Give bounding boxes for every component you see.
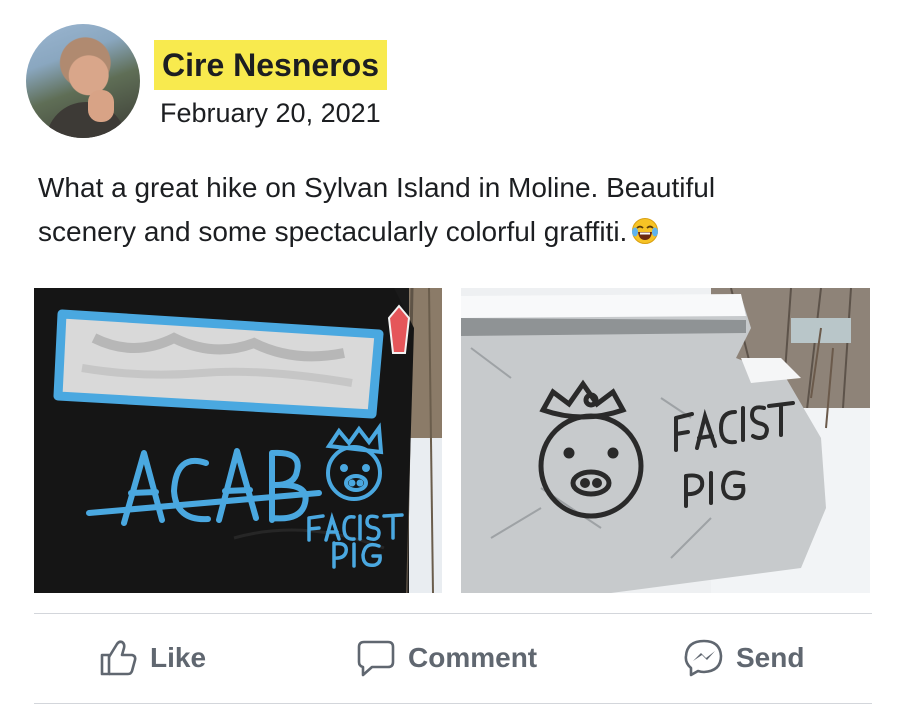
photo-right-graffiti[interactable] bbox=[461, 288, 870, 593]
divider-bottom bbox=[34, 703, 872, 704]
like-button[interactable]: Like bbox=[98, 634, 206, 682]
laughing-tears-emoji-icon bbox=[632, 218, 659, 244]
divider-top bbox=[34, 613, 872, 614]
messenger-icon bbox=[684, 639, 723, 677]
comment-bubble-icon bbox=[357, 640, 395, 677]
send-button[interactable]: Send bbox=[684, 634, 804, 682]
like-label: Like bbox=[150, 642, 207, 673]
post-text-line-1: What a great hike on Sylvan Island in Mo… bbox=[38, 172, 716, 203]
post-header: Cire Nesneros February 20, 2021 bbox=[26, 24, 826, 144]
author-name[interactable]: Cire Nesneros bbox=[154, 40, 387, 90]
comment-button[interactable]: Comment bbox=[356, 634, 537, 682]
send-label: Send bbox=[736, 642, 805, 673]
photo-left-graffiti[interactable] bbox=[34, 288, 442, 593]
post-text: What a great hike on Sylvan Island in Mo… bbox=[38, 166, 878, 254]
avatar-shirt bbox=[46, 102, 126, 138]
avatar-hand bbox=[88, 90, 114, 122]
comment-label: Comment bbox=[408, 642, 538, 673]
thumbs-up-icon bbox=[100, 640, 137, 676]
post-date[interactable]: February 20, 2021 bbox=[160, 96, 381, 130]
photo-right-image bbox=[461, 288, 870, 593]
post-text-line-2-text: scenery and some spectacularly colorful … bbox=[38, 216, 628, 247]
post-text-line-2: scenery and some spectacularly colorful … bbox=[38, 210, 878, 254]
photo-left-image bbox=[34, 288, 442, 593]
avatar[interactable] bbox=[26, 24, 140, 138]
